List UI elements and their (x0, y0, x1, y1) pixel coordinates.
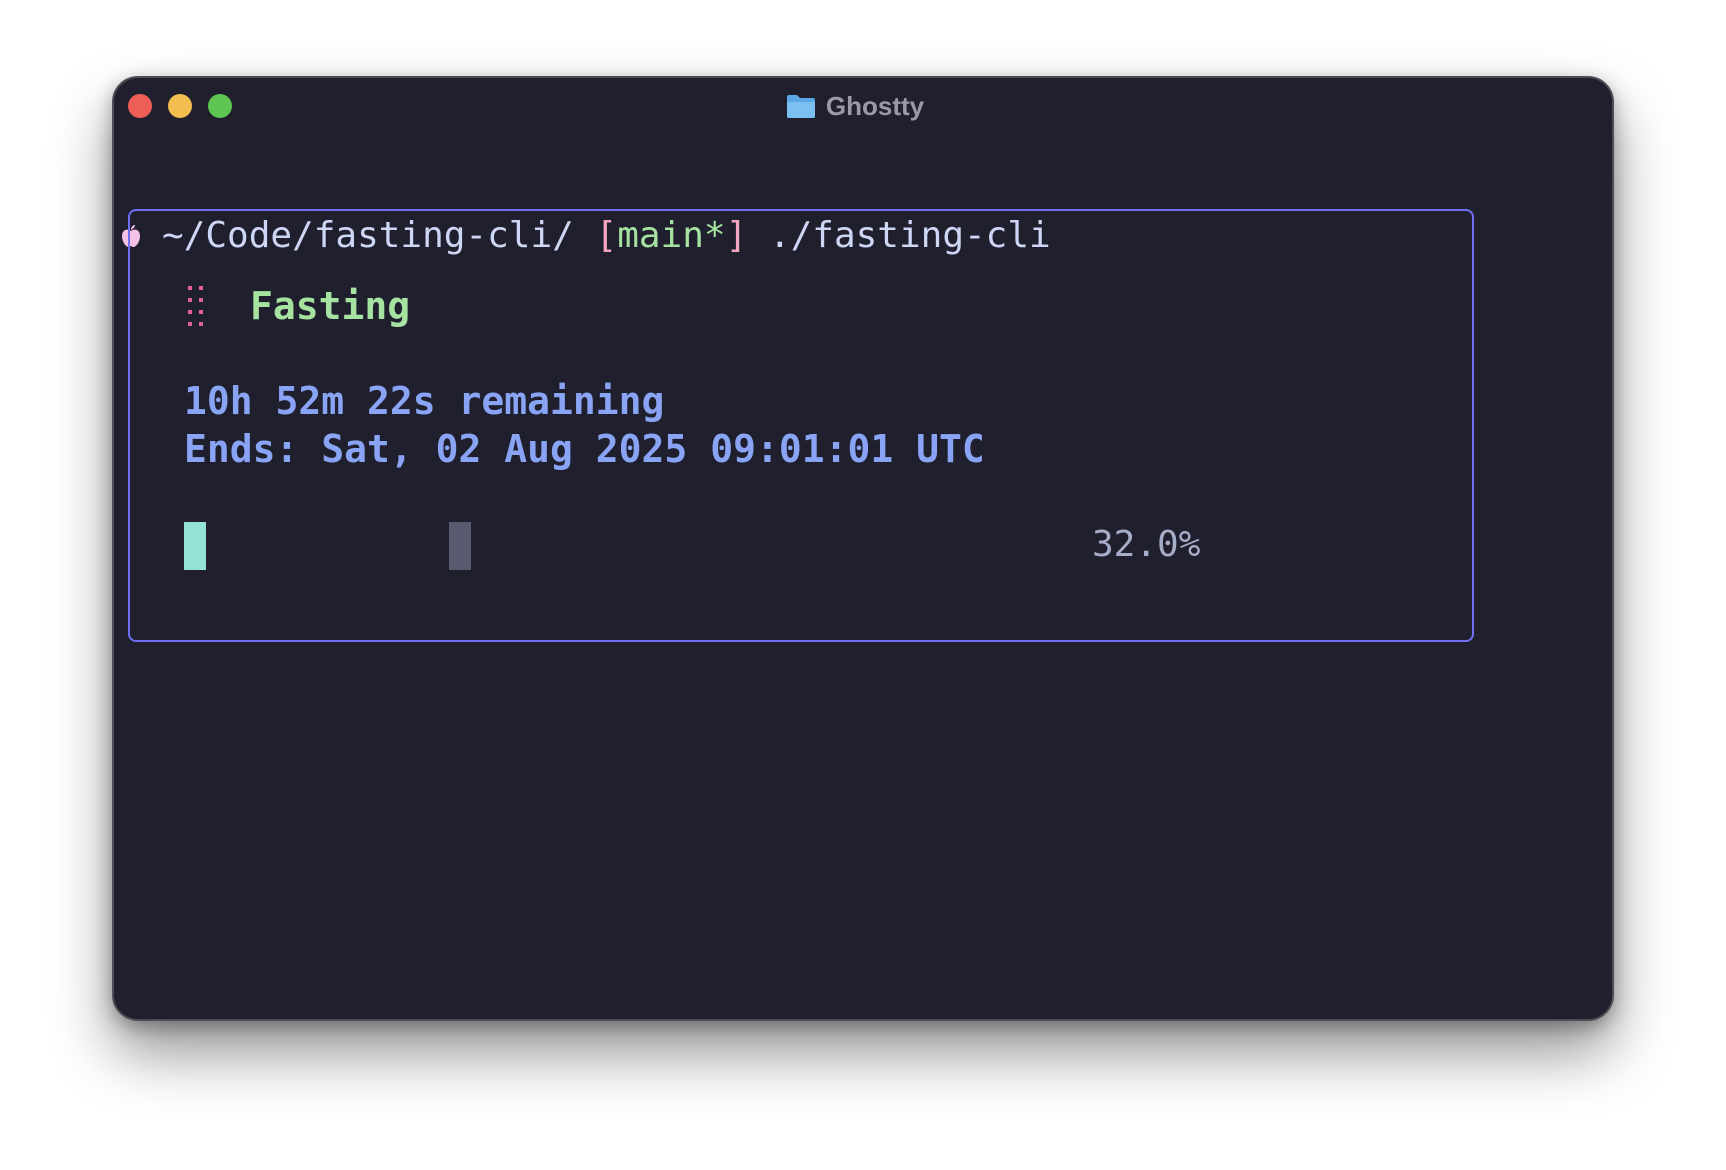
window-title: Ghostty (114, 88, 1612, 124)
title-bar[interactable]: Ghostty (114, 78, 1612, 134)
progress-bar (184, 522, 1184, 570)
terminal-window: Ghostty ~/Code/fasting-cli/ [main*] ./fa… (112, 76, 1614, 1021)
window-title-text: Ghostty (825, 91, 925, 121)
folder-icon (786, 95, 815, 118)
progress-bar-marker (449, 522, 471, 570)
fasting-panel: Fasting 10h 52m 22s remaining Ends: Sat,… (128, 209, 1474, 642)
end-time: Ends: Sat, 02 Aug 2025 09:01:01 UTC (184, 427, 985, 471)
status-heading: Fasting (250, 284, 411, 328)
progress-bar-fill (184, 522, 206, 570)
time-remaining: 10h 52m 22s remaining (184, 379, 665, 423)
braille-spinner-icon (188, 286, 203, 326)
progress-percent: 32.0% (1092, 524, 1201, 565)
